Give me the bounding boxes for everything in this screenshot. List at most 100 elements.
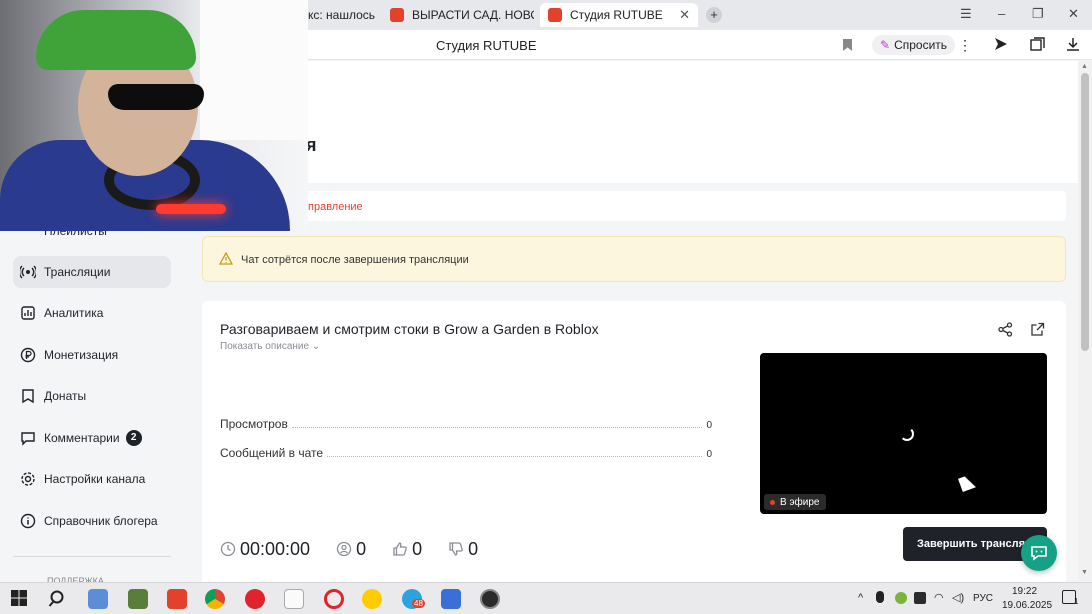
live-badge: В эфире bbox=[764, 494, 826, 510]
broadcast-icon bbox=[19, 263, 37, 281]
dotted-leader bbox=[327, 456, 703, 457]
sidebar-item-channel-settings[interactable]: Настройки канала bbox=[13, 463, 171, 495]
webcam-window bbox=[200, 0, 308, 140]
obs-icon[interactable] bbox=[480, 589, 500, 609]
show-description-label: Показать описание bbox=[220, 341, 310, 352]
close-window-icon[interactable]: ✕ bbox=[1068, 6, 1079, 22]
page-scrollbar[interactable]: ▲ ▼ bbox=[1078, 61, 1092, 581]
scroll-up-icon[interactable]: ▲ bbox=[1081, 63, 1088, 70]
notification-count: 1 bbox=[1074, 597, 1079, 606]
likes-value: 0 bbox=[412, 538, 423, 559]
live-dot-icon bbox=[770, 499, 775, 505]
timer-value: 00:00:00 bbox=[240, 538, 311, 559]
chrome-icon[interactable] bbox=[205, 589, 225, 609]
ruble-icon bbox=[19, 346, 37, 364]
close-icon[interactable]: ✕ bbox=[671, 7, 690, 23]
viewers-value: 0 bbox=[356, 538, 367, 559]
sidebar-item-label: Донаты bbox=[44, 389, 87, 403]
restore-icon[interactable]: ❐ bbox=[1032, 6, 1044, 22]
sidebar-item-analytics[interactable]: Аналитика bbox=[13, 297, 171, 329]
gear-icon bbox=[19, 470, 37, 488]
opera-gx-icon[interactable] bbox=[324, 589, 344, 609]
search-icon[interactable] bbox=[48, 589, 68, 609]
minimize-icon[interactable]: – bbox=[998, 6, 1005, 21]
sidebar-item-label: Справочник блогера bbox=[44, 514, 158, 528]
analytics-icon bbox=[19, 304, 37, 322]
wifi-icon[interactable]: ◠ bbox=[934, 591, 944, 604]
telegram-badge: 48 bbox=[412, 599, 425, 608]
chat-support-button[interactable] bbox=[1021, 535, 1057, 571]
stat-chat-messages: Сообщений в чате 0 bbox=[220, 446, 712, 460]
info-icon bbox=[19, 512, 37, 530]
windows-start-icon[interactable] bbox=[10, 589, 30, 609]
language-indicator[interactable]: РУС bbox=[973, 593, 993, 604]
bookmark-icon[interactable] bbox=[843, 39, 852, 51]
sidebar-item-blogger-guide[interactable]: Справочник блогера bbox=[13, 505, 171, 537]
subtabs-bar: правление bbox=[200, 191, 1066, 221]
sidebar-item-comments[interactable]: Комментарии 2 bbox=[13, 422, 171, 454]
send-icon[interactable] bbox=[994, 37, 1008, 54]
show-description-link[interactable]: Показать описание ⌄ bbox=[220, 341, 320, 352]
download-icon[interactable] bbox=[1066, 37, 1080, 54]
sidebar-item-label: Монетизация bbox=[44, 348, 119, 362]
tab-rutube-studio[interactable]: Студия RUTUBE ✕ bbox=[540, 3, 698, 27]
live-label: В эфире bbox=[780, 496, 820, 508]
timer-counter: 00:00:00 bbox=[220, 539, 310, 560]
ask-button[interactable]: ✎ Спросить bbox=[872, 35, 956, 55]
more-icon[interactable]: ⋮ bbox=[958, 37, 972, 54]
sidebar-item-monetization[interactable]: Монетизация bbox=[13, 339, 171, 371]
tray-app-icon[interactable] bbox=[895, 592, 907, 604]
scroll-thumb[interactable] bbox=[1081, 73, 1089, 351]
comments-badge: 2 bbox=[125, 430, 142, 446]
rutube-icon bbox=[390, 8, 404, 22]
video-player[interactable]: В эфире bbox=[760, 353, 1047, 514]
stream-counters: 00:00:00 0 0 0 bbox=[220, 537, 504, 561]
sidebar-item-label: Трансляции bbox=[44, 265, 111, 279]
tray-app-icon-2[interactable] bbox=[914, 592, 926, 604]
tray-chevron-icon[interactable]: ^ bbox=[858, 592, 863, 604]
tab-management[interactable]: правление bbox=[308, 201, 363, 213]
new-tab-button[interactable]: + bbox=[706, 7, 722, 23]
sidebar-divider bbox=[13, 556, 171, 557]
likes-counter: 0 bbox=[392, 539, 422, 560]
clock-time[interactable]: 19:22 bbox=[1012, 586, 1037, 597]
dislikes-counter: 0 bbox=[448, 539, 478, 560]
telegram-icon[interactable]: 48 bbox=[402, 589, 425, 609]
minecraft-icon[interactable] bbox=[128, 589, 148, 609]
scroll-down-icon[interactable]: ▼ bbox=[1081, 569, 1088, 576]
dislikes-value: 0 bbox=[468, 538, 479, 559]
webcam-overlay bbox=[0, 0, 308, 231]
collections-icon[interactable] bbox=[1030, 37, 1045, 54]
windows-taskbar: 48 ^ ◠ ◁) РУС 19:22 19.06.2025 1 bbox=[0, 582, 1092, 614]
roblox-studio-icon[interactable] bbox=[441, 589, 461, 609]
stat-value: 0 bbox=[706, 420, 712, 431]
yandex-browser-icon[interactable] bbox=[362, 589, 382, 609]
sidebar-item-label: Аналитика bbox=[44, 306, 104, 320]
viewer-icon bbox=[336, 541, 352, 557]
clock-date[interactable]: 19.06.2025 bbox=[1002, 600, 1052, 611]
sidebar-item-broadcasts[interactable]: Трансляции bbox=[13, 256, 171, 288]
ask-label: Спросить bbox=[894, 38, 948, 52]
sidebar-item-label: Настройки канала bbox=[44, 472, 146, 486]
stream-card: Разговариваем и смотрим стоки в Grow a G… bbox=[202, 301, 1066, 591]
volume-icon[interactable]: ◁) bbox=[952, 591, 964, 604]
webcam-red-light bbox=[156, 204, 226, 214]
file-icon[interactable] bbox=[284, 589, 304, 609]
external-link-icon[interactable] bbox=[1030, 322, 1045, 342]
opera-icon[interactable] bbox=[245, 589, 265, 609]
tab-game-video[interactable]: ВЫРАСТИ САД. НОВОЕ С bbox=[382, 3, 534, 27]
page-title[interactable]: Студия RUTUBE bbox=[436, 38, 537, 53]
menu-icon[interactable]: ☰ bbox=[960, 6, 972, 22]
microphone-icon[interactable] bbox=[876, 591, 884, 603]
tab-search[interactable]: кс: нашлось bbox=[300, 3, 378, 27]
alert-text: Чат сотрётся после завершения трансляции bbox=[241, 254, 469, 266]
share-icon[interactable] bbox=[998, 322, 1013, 342]
yandex-icon[interactable] bbox=[167, 589, 187, 609]
thumbs-down-icon bbox=[448, 541, 464, 557]
notepad-icon[interactable] bbox=[88, 589, 108, 609]
tab-label: ВЫРАСТИ САД. НОВОЕ С bbox=[412, 8, 534, 22]
rutube-icon bbox=[548, 8, 562, 22]
tab-label: кс: нашлось bbox=[308, 8, 376, 22]
sidebar-item-donations[interactable]: Донаты bbox=[13, 380, 171, 412]
stat-label: Просмотров bbox=[220, 417, 288, 431]
